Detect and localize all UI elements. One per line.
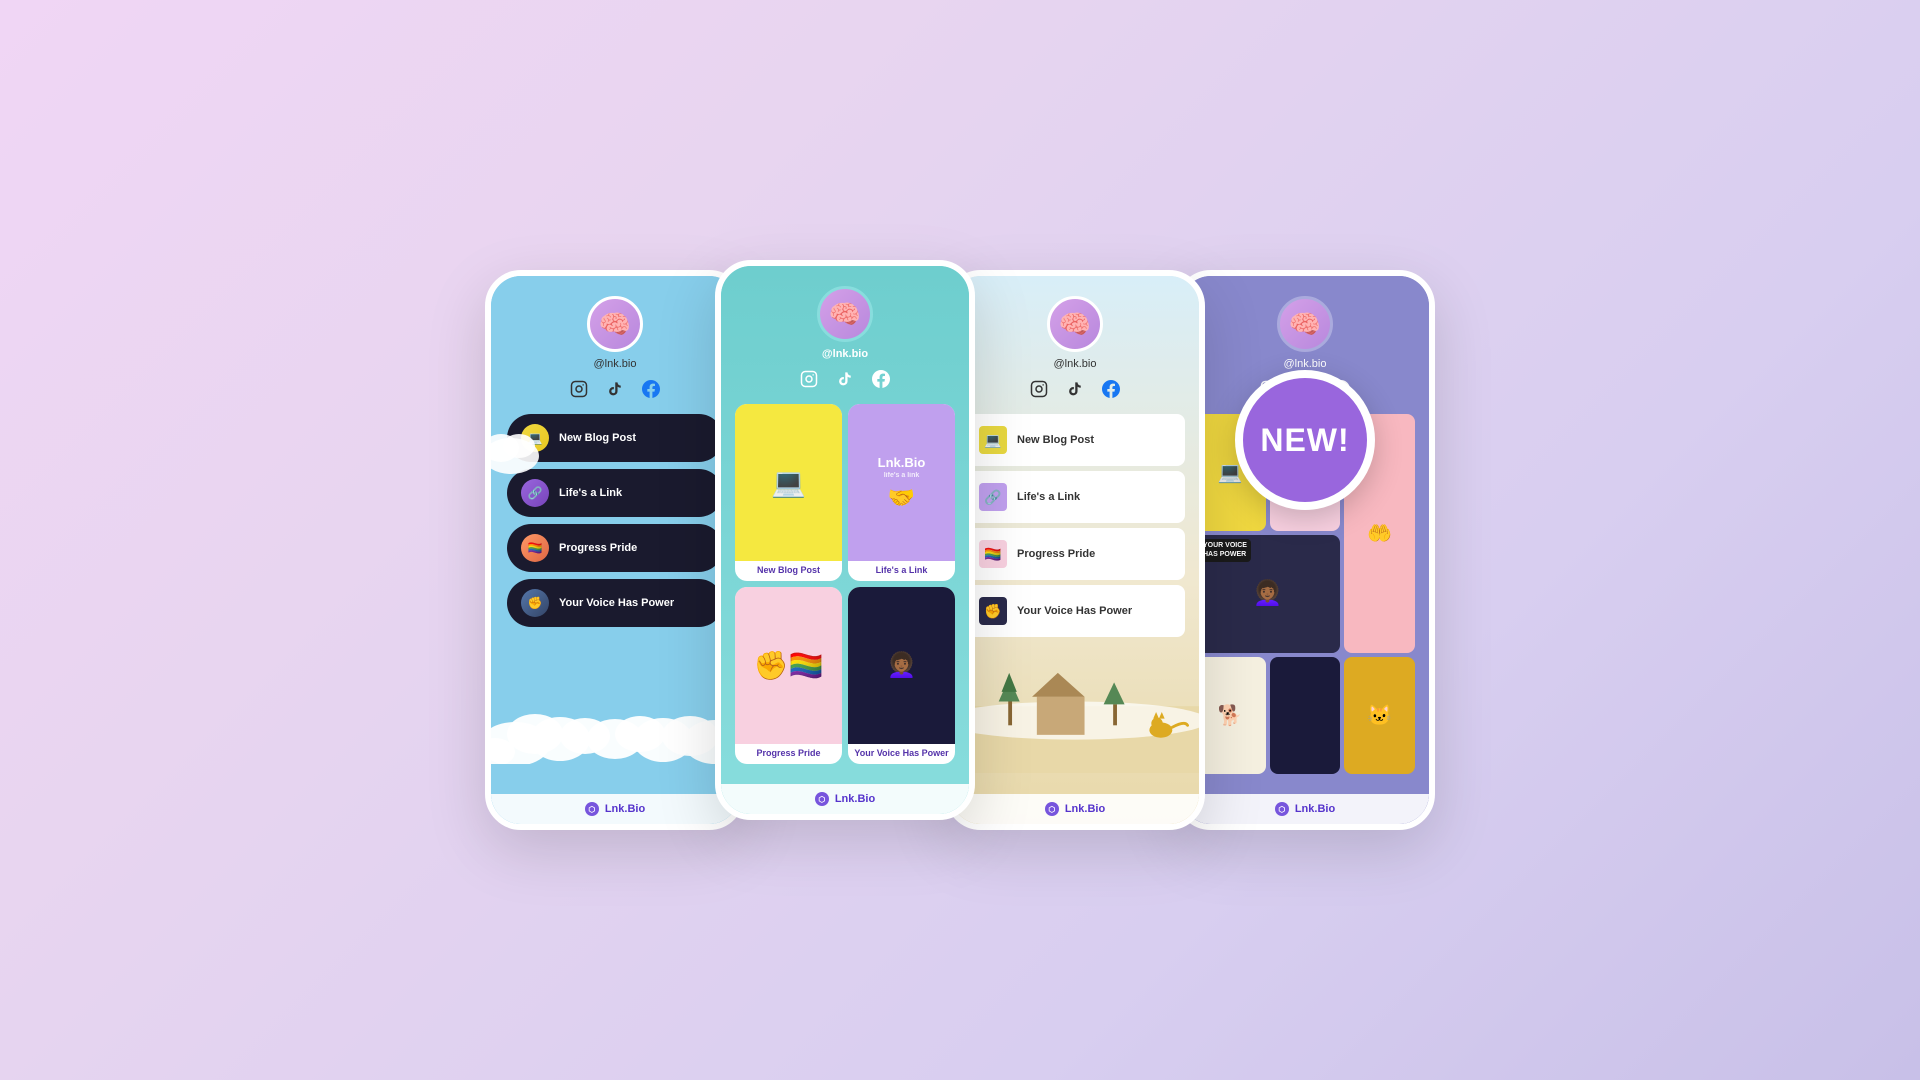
username-3: @lnk.bio bbox=[1054, 358, 1097, 370]
avatar-4: 🧠 bbox=[1277, 296, 1333, 352]
avatar-emoji: 🧠 bbox=[599, 309, 631, 340]
mosaic-dog[interactable]: 🐕 bbox=[1195, 657, 1266, 774]
footer-3: ⬡ Lnk.Bio bbox=[951, 794, 1199, 824]
footer-4: ⬡ Lnk.Bio bbox=[1181, 794, 1429, 824]
social-icons-1 bbox=[568, 378, 662, 400]
phone-1: 🧠 @lnk.bio bbox=[485, 270, 745, 830]
link-btn-life[interactable]: 🔗 Life's a Link bbox=[507, 469, 723, 517]
username-1: @lnk.bio bbox=[594, 358, 637, 370]
list-item-voice[interactable]: ✊ Your Voice Has Power bbox=[965, 585, 1185, 637]
new-badge-label: NEW! bbox=[1260, 422, 1349, 459]
mosaic-voice[interactable]: 👩🏾‍🦱 YOUR VOICEHAS POWER bbox=[1195, 535, 1340, 652]
facebook-icon[interactable] bbox=[640, 378, 662, 400]
footer-logo-icon-1: ⬡ bbox=[585, 802, 599, 816]
footer-1: ⬡ Lnk.Bio bbox=[491, 794, 739, 824]
link-list-3: 💻 New Blog Post 🔗 Life's a Link 🏳️‍🌈 Pro… bbox=[965, 414, 1185, 637]
winter-scene bbox=[951, 646, 1199, 776]
link-btn-pride[interactable]: 🏳️‍🌈 Progress Pride bbox=[507, 524, 723, 572]
avatar-emoji-3: 🧠 bbox=[1059, 309, 1091, 340]
grid-label-blog: New Blog Post bbox=[735, 561, 842, 581]
grid-card-lnk[interactable]: Lnk.Bio life's a link 🤝 Life's a Link bbox=[848, 404, 955, 581]
ig-icon-3[interactable] bbox=[1028, 378, 1050, 400]
username-4: @lnk.bio bbox=[1284, 358, 1327, 370]
mosaic-cat[interactable]: 🐱 bbox=[1344, 657, 1415, 774]
social-icons-3 bbox=[1028, 378, 1122, 400]
list-item-blog[interactable]: 💻 New Blog Post bbox=[965, 414, 1185, 466]
list-item-life[interactable]: 🔗 Life's a Link bbox=[965, 471, 1185, 523]
fb-icon-2[interactable] bbox=[870, 368, 892, 390]
tiktok-icon[interactable] bbox=[604, 378, 626, 400]
new-badge: NEW! bbox=[1235, 370, 1375, 510]
avatar: 🧠 bbox=[587, 296, 643, 352]
social-icons-2 bbox=[798, 368, 892, 390]
grid-2x2: 💻 New Blog Post Lnk.Bio life's a link 🤝 … bbox=[735, 404, 955, 764]
tt-icon-2[interactable] bbox=[834, 368, 856, 390]
phone-3: 🧠 @lnk.bio bbox=[945, 270, 1205, 830]
cloud-left bbox=[485, 416, 541, 476]
footer-logo-icon-4: ⬡ bbox=[1275, 802, 1289, 816]
footer-logo-icon-2: ⬡ bbox=[815, 792, 829, 806]
fb-icon-3[interactable] bbox=[1100, 378, 1122, 400]
avatar-3: 🧠 bbox=[1047, 296, 1103, 352]
footer-logo-icon-3: ⬡ bbox=[1045, 802, 1059, 816]
phones-container: 🧠 @lnk.bio bbox=[485, 270, 1435, 830]
avatar-emoji-2: 🧠 bbox=[829, 299, 861, 330]
instagram-icon[interactable] bbox=[568, 378, 590, 400]
phone-2: 🧠 @lnk.bio bbox=[715, 260, 975, 820]
avatar-2: 🧠 bbox=[817, 286, 873, 342]
tt-icon-3[interactable] bbox=[1064, 378, 1086, 400]
grid-label-voice: Your Voice Has Power bbox=[848, 744, 955, 764]
grid-label-lnk: Life's a Link bbox=[848, 561, 955, 581]
grid-card-blog[interactable]: 💻 New Blog Post bbox=[735, 404, 842, 581]
footer-2: ⬡ Lnk.Bio bbox=[721, 784, 969, 814]
mosaic-dark[interactable] bbox=[1270, 657, 1341, 774]
ig-icon-2[interactable] bbox=[798, 368, 820, 390]
avatar-emoji-4: 🧠 bbox=[1289, 309, 1321, 340]
grid-card-pride[interactable]: ✊🏳️‍🌈 Progress Pride bbox=[735, 587, 842, 764]
cloud-decoration bbox=[485, 644, 745, 764]
link-btn-voice[interactable]: ✊ Your Voice Has Power bbox=[507, 579, 723, 627]
list-item-pride[interactable]: 🏳️‍🌈 Progress Pride bbox=[965, 528, 1185, 580]
grid-card-voice[interactable]: 👩🏾‍🦱 Your Voice Has Power bbox=[848, 587, 955, 764]
phone-4: 🧠 @lnk.bio bbox=[1175, 270, 1435, 830]
username-2: @lnk.bio bbox=[822, 348, 868, 360]
grid-label-pride: Progress Pride bbox=[735, 744, 842, 764]
